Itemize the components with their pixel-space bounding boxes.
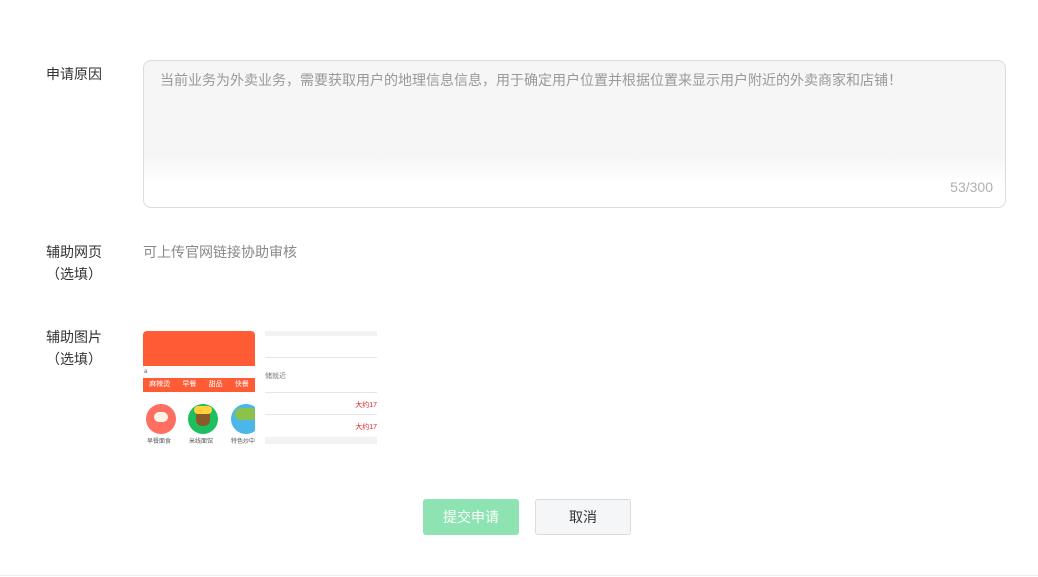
thumb2-divider xyxy=(265,414,377,415)
thumb2-text: 储就近 xyxy=(265,373,286,380)
thumb2-price: 大约17 xyxy=(355,402,377,409)
thumb2-top-bar xyxy=(265,331,377,336)
thumb1-nav-item: 麻辣烫 xyxy=(149,381,171,388)
images-label: 辅助图片 （选填） xyxy=(30,326,118,370)
thumb2-divider xyxy=(265,392,377,393)
thumb1-nav-item: 早餐 xyxy=(182,381,197,388)
char-counter: 53/300 xyxy=(950,179,993,195)
thumb1-icon-label: 早餐面食 xyxy=(147,439,172,444)
web-page-label-title: 辅助网页 xyxy=(46,244,102,260)
submit-button[interactable]: 提交申请 xyxy=(423,499,519,535)
web-page-label-optional: （选填） xyxy=(46,266,102,282)
salad-bowl-icon xyxy=(231,404,255,434)
web-page-label: 辅助网页 （选填） xyxy=(30,241,118,285)
thumb1-icon-label: 特色炒中 xyxy=(231,439,255,444)
thumb2-bottom-bar xyxy=(265,437,377,444)
thumb2-price: 大约17 xyxy=(355,424,377,431)
reason-textarea-container: 当前业务为外卖业务，需要获取用户的地理信息信息，用于确定用户位置并根据位置来显示… xyxy=(143,60,1006,208)
thumb1-category-icons: 早餐面食 米线面馆 特色炒中 xyxy=(143,404,255,444)
image-thumbnail-1[interactable]: a 麻辣烫 早餐 甜品 快餐 早餐面食 米线面馆 特色炒中 xyxy=(143,331,255,444)
thumb1-icon-labels: 早餐面食 米线面馆 特色炒中 xyxy=(143,436,255,444)
web-page-hint[interactable]: 可上传官网链接协助审核 xyxy=(143,242,297,262)
noodle-bowl-icon xyxy=(146,404,176,434)
thumb2-divider xyxy=(265,357,377,358)
thumb1-icon-label: 米线面馆 xyxy=(189,439,214,444)
thumb1-nav-item: 甜品 xyxy=(208,381,223,388)
thumb1-nav-item: 快餐 xyxy=(234,381,249,388)
thumb1-nav: 麻辣烫 早餐 甜品 快餐 xyxy=(143,378,255,392)
thumb1-strip: a xyxy=(143,366,255,378)
reason-textarea[interactable]: 当前业务为外卖业务，需要获取用户的地理信息信息，用于确定用户位置并根据位置来显示… xyxy=(160,69,990,169)
image-thumbnail-2[interactable]: 储就近 大约17 大约17 xyxy=(265,331,377,444)
burger-icon xyxy=(188,404,218,434)
images-label-title: 辅助图片 xyxy=(46,329,102,345)
bottom-divider xyxy=(0,575,1038,576)
reason-label: 申请原因 xyxy=(46,66,102,82)
cancel-button[interactable]: 取消 xyxy=(535,499,631,535)
images-label-optional: （选填） xyxy=(46,351,102,367)
thumb1-banner xyxy=(143,331,255,366)
